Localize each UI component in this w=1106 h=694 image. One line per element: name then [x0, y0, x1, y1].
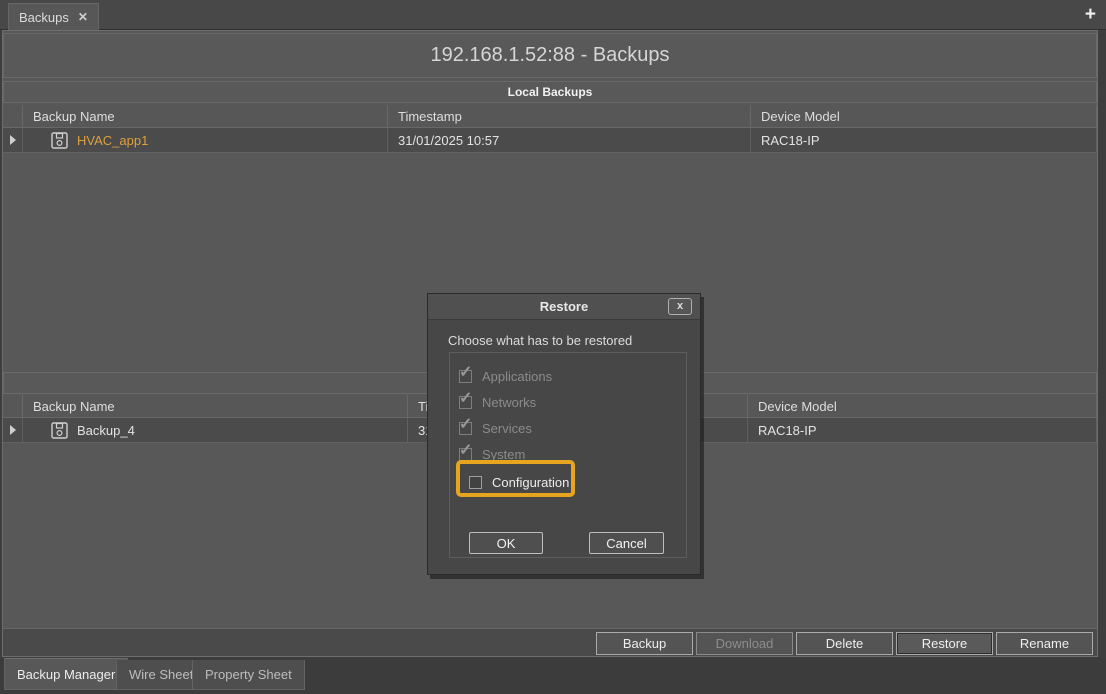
- tab-property-sheet[interactable]: Property Sheet: [192, 660, 305, 690]
- rename-button[interactable]: Rename: [996, 632, 1093, 655]
- view-tab-bar: Backup Manager Wire Sheet Property Sheet: [0, 658, 1106, 694]
- column-timestamp[interactable]: Timestamp: [388, 105, 751, 127]
- row-selector-header: [3, 105, 23, 127]
- action-bar: Backup Download Delete Restore Rename: [3, 628, 1097, 656]
- tab-backups-label: Backups: [19, 10, 69, 25]
- dialog-title-bar[interactable]: Restore: [428, 294, 700, 320]
- restore-dialog: Restore x Choose what has to be restored…: [427, 293, 701, 575]
- column-backup-name[interactable]: Backup Name: [23, 105, 388, 127]
- tab-label: Property Sheet: [205, 667, 292, 682]
- highlight-ring: [456, 460, 575, 497]
- column-backup-name[interactable]: Backup Name: [23, 395, 408, 417]
- tab-backups[interactable]: Backups ✕: [8, 3, 99, 30]
- device-model-cell: RAC18-IP: [751, 128, 1097, 152]
- tab-close-icon[interactable]: ✕: [78, 10, 88, 24]
- option-applications: ✓ Applications: [459, 366, 552, 386]
- local-backups-title: Local Backups: [508, 85, 593, 99]
- option-label: Applications: [482, 369, 552, 384]
- backup-name-cell[interactable]: Backup_4: [23, 418, 408, 442]
- top-tab-bar: Backups ✕ +: [0, 0, 1106, 30]
- backup-button[interactable]: Backup: [596, 632, 693, 655]
- download-button: Download: [696, 632, 793, 655]
- tab-backup-manager[interactable]: Backup Manager: [4, 658, 128, 690]
- restore-button[interactable]: Restore: [896, 632, 993, 655]
- option-label: Networks: [482, 395, 536, 410]
- floppy-disk-icon: [51, 422, 68, 439]
- column-device-model[interactable]: Device Model: [751, 105, 1097, 127]
- checkbox-checked-icon: ✓: [459, 448, 472, 461]
- timestamp-cell: 31/01/2025 10:57: [388, 128, 751, 152]
- column-device-model[interactable]: Device Model: [748, 395, 1097, 417]
- ok-button[interactable]: OK: [469, 532, 543, 554]
- cancel-button[interactable]: Cancel: [589, 532, 664, 554]
- option-services: ✓ Services: [459, 418, 532, 438]
- backup-name-text: Backup_4: [77, 423, 135, 438]
- row-marker-icon: [10, 135, 16, 145]
- backup-name-text: HVAC_app1: [77, 133, 148, 148]
- row-marker-icon: [10, 425, 16, 435]
- checkbox-checked-icon: ✓: [459, 370, 472, 383]
- tab-label: Backup Manager: [17, 667, 115, 682]
- page-title: 192.168.1.52:88 - Backups: [3, 33, 1097, 78]
- dialog-title: Restore: [540, 299, 588, 314]
- dialog-prompt: Choose what has to be restored: [448, 333, 632, 348]
- table-row[interactable]: HVAC_app1 31/01/2025 10:57 RAC18-IP: [3, 128, 1097, 153]
- device-model-cell: RAC18-IP: [748, 418, 1097, 442]
- dialog-close-icon[interactable]: x: [668, 298, 692, 315]
- row-selector[interactable]: [3, 418, 23, 442]
- app-window: Backups ✕ + 192.168.1.52:88 - Backups Lo…: [0, 0, 1106, 694]
- option-networks: ✓ Networks: [459, 392, 536, 412]
- option-label: Services: [482, 421, 532, 436]
- row-selector-header: [3, 395, 23, 417]
- checkbox-checked-icon: ✓: [459, 422, 472, 435]
- row-selector[interactable]: [3, 128, 23, 152]
- local-backups-section-header: Local Backups: [3, 81, 1097, 103]
- delete-button[interactable]: Delete: [796, 632, 893, 655]
- local-backups-table-header: Backup Name Timestamp Device Model: [3, 105, 1097, 128]
- floppy-disk-icon: [51, 132, 68, 149]
- backup-name-cell[interactable]: HVAC_app1: [23, 128, 388, 152]
- checkbox-checked-icon: ✓: [459, 396, 472, 409]
- page-title-text: 192.168.1.52:88 - Backups: [430, 44, 669, 67]
- add-tab-icon[interactable]: +: [1085, 4, 1096, 26]
- tab-label: Wire Sheet: [129, 667, 193, 682]
